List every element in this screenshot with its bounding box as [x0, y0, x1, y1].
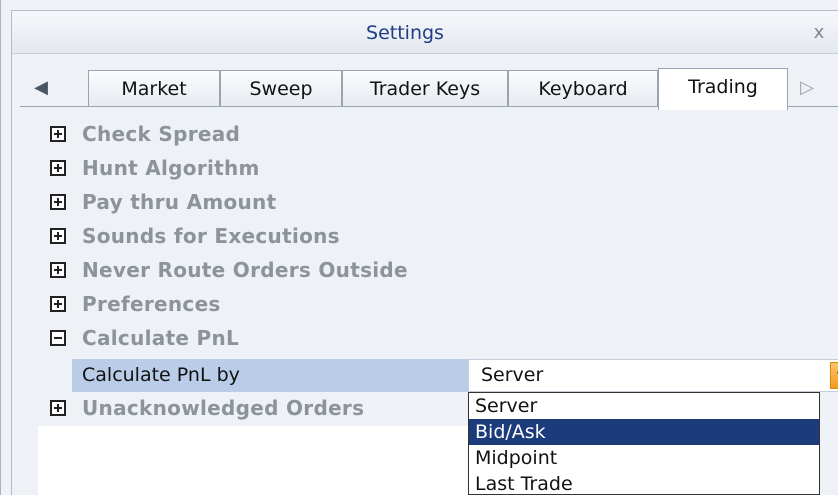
expand-plus-icon[interactable]: [50, 160, 66, 176]
dropdown-option-last-trade[interactable]: Last Trade: [469, 471, 819, 495]
dropdown-option-bid-ask[interactable]: Bid/Ask: [469, 419, 819, 445]
tree-item-label: Preferences: [82, 292, 221, 316]
dropdown-option-server[interactable]: Server: [469, 393, 819, 419]
expand-plus-icon[interactable]: [50, 194, 66, 210]
close-icon[interactable]: x: [806, 21, 832, 45]
tree-item-label: Unacknowledged Orders: [82, 396, 365, 420]
empty-panel-area: [38, 426, 468, 495]
tab-sweep[interactable]: Sweep: [220, 70, 342, 107]
tab-scroll-right-icon[interactable]: ▷: [796, 70, 818, 106]
tree-item-hunt-algorithm[interactable]: Hunt Algorithm: [38, 152, 828, 184]
tab-keyboard[interactable]: Keyboard: [508, 70, 658, 107]
dropdown-option-midpoint[interactable]: Midpoint: [469, 445, 819, 471]
tree-item-pay-thru-amount[interactable]: Pay thru Amount: [38, 186, 828, 218]
tree-item-calculate-pnl[interactable]: Calculate PnL: [38, 322, 828, 354]
dropdown-arrow-icon[interactable]: ▼: [830, 362, 838, 389]
tree-item-label: Check Spread: [82, 122, 241, 146]
tab-market[interactable]: Market: [88, 70, 220, 107]
tree-item-preferences[interactable]: Preferences: [38, 288, 828, 320]
tree-item-label: Never Route Orders Outside: [82, 258, 408, 282]
calculate-pnl-by-row: Calculate PnL by Server ▼: [72, 359, 838, 392]
calculate-pnl-by-label: Calculate PnL by: [72, 359, 468, 392]
tree-item-never-route-orders-outside[interactable]: Never Route Orders Outside: [38, 254, 828, 286]
expand-plus-icon[interactable]: [50, 400, 66, 416]
collapse-minus-icon[interactable]: [50, 330, 66, 346]
tab-trader-keys[interactable]: Trader Keys: [342, 70, 508, 107]
tree-item-label: Pay thru Amount: [82, 190, 277, 214]
tree-item-sounds-for-executions[interactable]: Sounds for Executions: [38, 220, 828, 252]
tree-item-label: Hunt Algorithm: [82, 156, 260, 180]
expand-plus-icon[interactable]: [50, 228, 66, 244]
selected-value: Server: [481, 364, 544, 386]
tree-item-label: Calculate PnL: [82, 326, 240, 350]
window-title: Settings: [366, 22, 444, 44]
title-bar: Settings x: [11, 10, 838, 54]
tree-item-check-spread[interactable]: Check Spread: [38, 118, 828, 150]
pnl-options-dropdown: Server Bid/Ask Midpoint Last Trade: [468, 392, 820, 495]
calculate-pnl-by-select[interactable]: Server ▼: [468, 359, 838, 392]
tab-trading[interactable]: Trading: [658, 68, 788, 110]
tab-scroll-left-icon[interactable]: ◀: [30, 70, 52, 106]
expand-plus-icon[interactable]: [50, 296, 66, 312]
expand-plus-icon[interactable]: [50, 126, 66, 142]
expand-plus-icon[interactable]: [50, 262, 66, 278]
tree-item-label: Sounds for Executions: [82, 224, 340, 248]
